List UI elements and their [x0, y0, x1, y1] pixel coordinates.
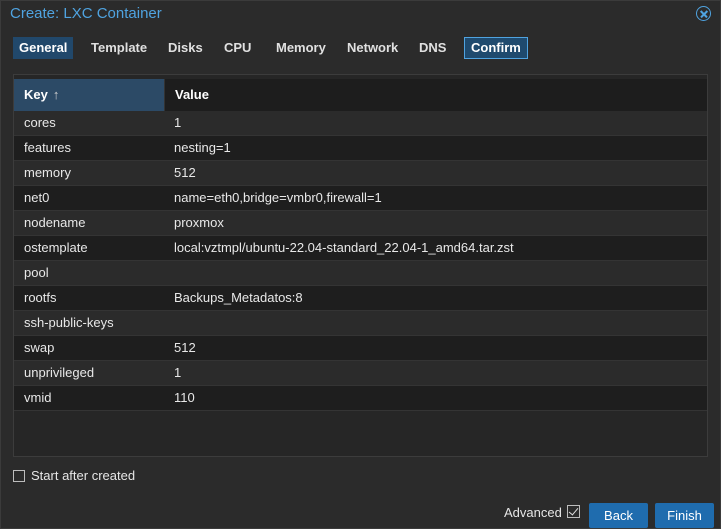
wizard-tabs: General Template Disks CPU Memory Networ…: [1, 35, 720, 62]
dialog-titlebar: Create: LXC Container: [1, 1, 720, 29]
start-after-created-label: Start after created: [31, 468, 136, 483]
row-key: vmid: [24, 390, 52, 405]
row-key: memory: [24, 165, 71, 180]
tab-dns[interactable]: DNS: [413, 37, 452, 59]
row-value: 512: [174, 340, 196, 355]
advanced-label: Advanced: [504, 505, 562, 520]
table-row[interactable]: memory 512: [14, 161, 707, 186]
row-key: ostemplate: [24, 240, 88, 255]
column-header-value[interactable]: Value: [164, 79, 707, 111]
back-button[interactable]: Back: [589, 503, 648, 528]
dialog-footer: Advanced Back Finish: [1, 497, 720, 528]
column-header-key-label: Key: [24, 87, 48, 102]
table-row[interactable]: swap 512: [14, 336, 707, 361]
row-key: net0: [24, 190, 50, 205]
row-value: nesting=1: [174, 140, 231, 155]
row-value: Backups_Metadatos:8: [174, 290, 303, 305]
dialog-title: Create: LXC Container: [10, 5, 162, 22]
tab-cpu[interactable]: CPU: [218, 37, 257, 59]
start-after-created-option[interactable]: Start after created: [13, 468, 135, 484]
grid-header: Key ↑ Value: [14, 79, 707, 111]
tab-network[interactable]: Network: [341, 37, 404, 59]
row-key: ssh-public-keys: [24, 315, 114, 330]
table-row[interactable]: net0 name=eth0,bridge=vmbr0,firewall=1: [14, 186, 707, 211]
start-after-created-checkbox[interactable]: [13, 470, 25, 482]
table-row[interactable]: cores 1: [14, 111, 707, 136]
table-row[interactable]: rootfs Backups_Metadatos:8: [14, 286, 707, 311]
sort-ascending-icon: ↑: [52, 87, 60, 102]
table-row[interactable]: unprivileged 1: [14, 361, 707, 386]
table-row[interactable]: ssh-public-keys: [14, 311, 707, 336]
finish-button[interactable]: Finish: [655, 503, 714, 528]
row-value: 1: [174, 365, 182, 380]
row-key: features: [24, 140, 71, 155]
row-key: cores: [24, 115, 56, 130]
table-row[interactable]: ostemplate local:vztmpl/ubuntu-22.04-stan…: [14, 236, 707, 261]
row-value: 110: [174, 390, 195, 405]
tab-memory[interactable]: Memory: [270, 37, 332, 59]
table-row[interactable]: pool: [14, 261, 707, 286]
column-header-key[interactable]: Key ↑: [14, 79, 164, 111]
row-value: 512: [174, 165, 196, 180]
create-lxc-dialog: Create: LXC Container General Template D…: [0, 0, 721, 529]
table-row[interactable]: features nesting=1: [14, 136, 707, 161]
table-row[interactable]: nodename proxmox: [14, 211, 707, 236]
tab-template[interactable]: Template: [85, 37, 153, 59]
tab-general[interactable]: General: [13, 37, 74, 59]
row-value: proxmox: [174, 215, 224, 230]
advanced-checkbox[interactable]: [567, 505, 580, 518]
tab-disks[interactable]: Disks: [162, 37, 209, 59]
row-key: rootfs: [24, 290, 57, 305]
row-key: pool: [24, 265, 49, 280]
row-key: nodename: [24, 215, 86, 230]
tab-confirm[interactable]: Confirm: [464, 37, 528, 59]
row-value: 1: [174, 115, 182, 130]
table-row[interactable]: vmid 110: [14, 386, 707, 411]
row-value: local:vztmpl/ubuntu-22.04-standard_22.04…: [174, 240, 514, 255]
close-icon[interactable]: [696, 6, 711, 21]
summary-grid: Key ↑ Value cores 1 features nesting=1 memo…: [13, 74, 708, 457]
row-key: swap: [24, 340, 55, 355]
row-value: name=eth0,bridge=vmbr0,firewall=1: [174, 190, 382, 205]
grid-rows: cores 1 features nesting=1 memory 512 net0 n…: [14, 111, 707, 411]
row-key: unprivileged: [24, 365, 95, 380]
